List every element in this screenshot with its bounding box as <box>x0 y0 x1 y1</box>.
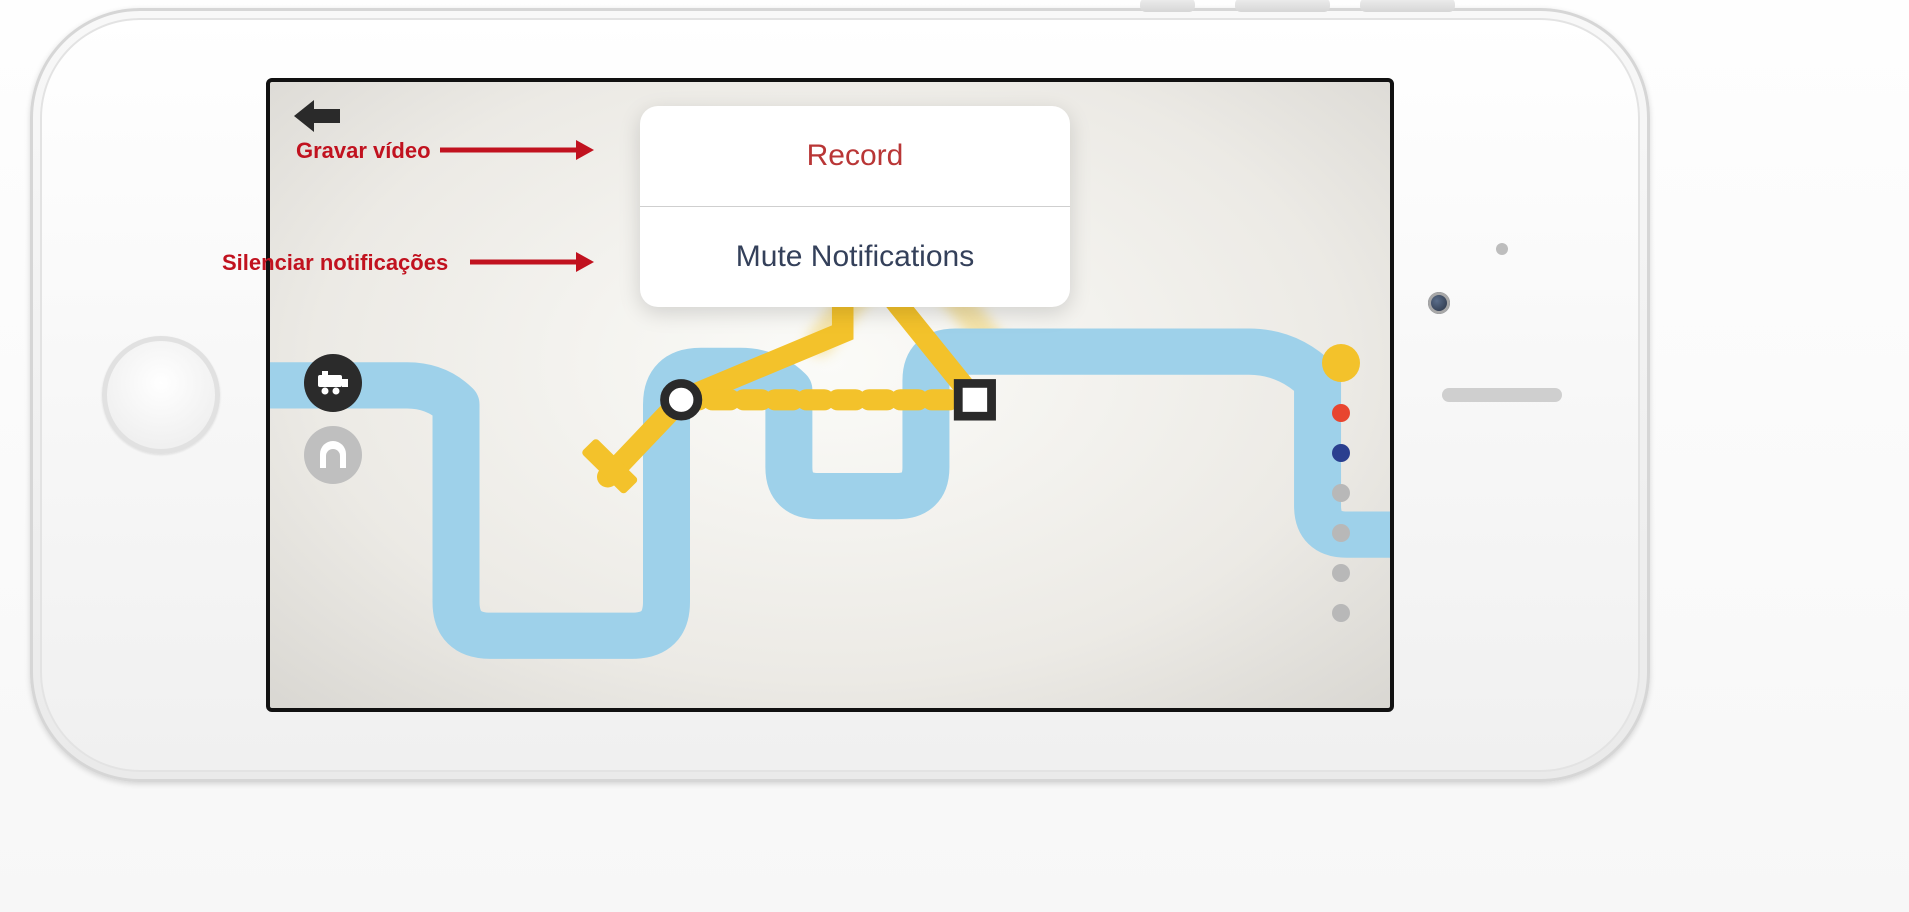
station-circle[interactable] <box>665 383 698 416</box>
color-dot-grey-3[interactable] <box>1332 564 1350 582</box>
phone-volume-up <box>1235 0 1330 12</box>
phone-mute-switch <box>1140 0 1195 12</box>
annotation-arrow-mute <box>466 245 596 279</box>
record-button[interactable]: Record <box>640 106 1070 206</box>
page-background: Record Mute Notifications Gravar vídeo S… <box>0 0 1909 912</box>
line-color-selector <box>1322 344 1360 622</box>
resource-buttons <box>304 354 362 484</box>
game-screen: Record Mute Notifications <box>266 78 1394 712</box>
home-button <box>102 336 220 454</box>
color-dot-yellow[interactable] <box>1322 344 1360 382</box>
color-dot-red[interactable] <box>1332 404 1350 422</box>
front-camera <box>1428 292 1450 314</box>
proximity-sensor <box>1496 243 1508 255</box>
phone-mockup: Record Mute Notifications <box>30 8 1650 782</box>
annotation-record-label: Gravar vídeo <box>296 138 431 164</box>
back-button[interactable] <box>288 96 344 136</box>
color-dot-grey-1[interactable] <box>1332 484 1350 502</box>
mute-notifications-button[interactable]: Mute Notifications <box>640 207 1070 307</box>
replaykit-popup: Record Mute Notifications <box>640 106 1070 307</box>
color-dot-grey-4[interactable] <box>1332 604 1350 622</box>
phone-volume-down <box>1360 0 1455 12</box>
color-dot-grey-2[interactable] <box>1332 524 1350 542</box>
earpiece-speaker <box>1442 388 1562 402</box>
annotation-mute-label: Silenciar notificações <box>222 250 448 276</box>
tunnel-icon <box>316 440 350 470</box>
back-arrow-icon <box>288 96 344 136</box>
annotation-arrow-record <box>436 133 596 167</box>
phone-body: Record Mute Notifications <box>40 18 1640 772</box>
train-button[interactable] <box>304 354 362 412</box>
tunnel-button[interactable] <box>304 426 362 484</box>
color-dot-blue[interactable] <box>1332 444 1350 462</box>
station-square[interactable] <box>958 383 991 416</box>
train-icon <box>316 371 350 395</box>
